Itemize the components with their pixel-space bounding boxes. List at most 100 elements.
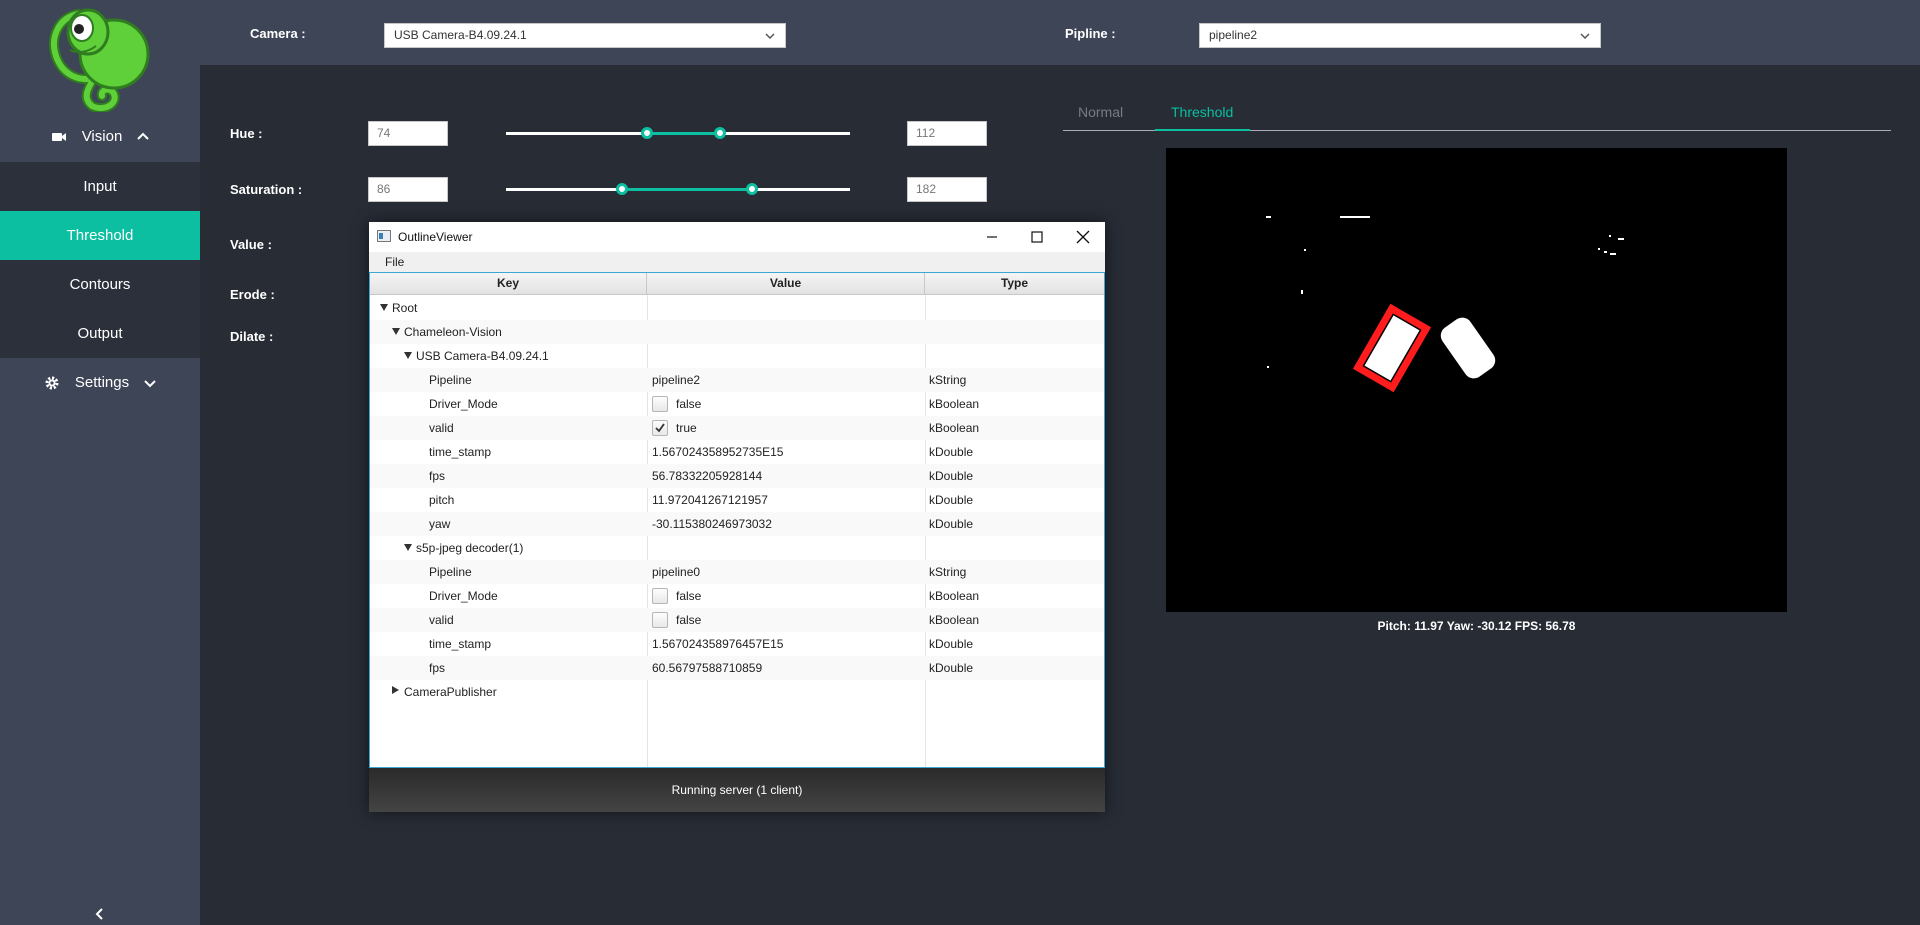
outline-viewer-window: OutlineViewer File Key Value Type Root Ch…: [369, 222, 1105, 812]
saturation-max-input[interactable]: 182: [907, 177, 987, 202]
row-key: Pipeline: [429, 373, 472, 387]
column-header-type[interactable]: Type: [925, 273, 1104, 295]
table-row[interactable]: Pipeline pipeline0 kString: [370, 560, 1104, 584]
sidebar-item-input[interactable]: Input: [0, 162, 200, 211]
saturation-label: Saturation :: [230, 182, 303, 197]
camera-icon: [50, 128, 68, 146]
table-row[interactable]: Pipeline pipeline2 kString: [370, 368, 1104, 392]
checkbox-unchecked[interactable]: [652, 396, 668, 412]
nav-vision-label: Vision: [81, 128, 123, 145]
table-row[interactable]: valid false kBoolean: [370, 608, 1104, 632]
window-titlebar[interactable]: OutlineViewer: [369, 222, 1105, 252]
nav-vision[interactable]: Vision: [0, 112, 200, 161]
row-value: false: [676, 589, 702, 603]
row-type: kDouble: [929, 445, 974, 459]
hue-max-handle[interactable]: [714, 127, 727, 139]
gear-icon: [43, 374, 61, 392]
menu-file[interactable]: File: [385, 255, 404, 269]
pitch-yaw-fps-status: Pitch: 11.97 Yaw: -30.12 FPS: 56.78: [1377, 619, 1576, 633]
nav-settings-label: Settings: [74, 374, 130, 391]
sidebar-item-threshold[interactable]: Threshold: [0, 211, 200, 260]
window-title: OutlineViewer: [398, 230, 473, 244]
maximize-icon[interactable]: [1028, 228, 1046, 246]
row-key: USB Camera-B4.09.24.1: [416, 349, 549, 363]
checkbox-unchecked[interactable]: [652, 588, 668, 604]
table-row[interactable]: fps 60.56797588710859 kDouble: [370, 656, 1104, 680]
tab-normal[interactable]: Normal: [1078, 104, 1123, 120]
row-type: kBoolean: [929, 421, 980, 435]
pipeline-select[interactable]: pipeline2: [1199, 23, 1601, 48]
table-row[interactable]: Root: [370, 296, 1104, 320]
table-row[interactable]: USB Camera-B4.09.24.1: [370, 344, 1104, 368]
erode-label: Erode :: [230, 287, 275, 302]
chevron-down-icon: [765, 33, 775, 40]
table-row[interactable]: s5p-jpeg decoder(1): [370, 536, 1104, 560]
row-key: Driver_Mode: [429, 589, 498, 603]
row-type: kDouble: [929, 469, 974, 483]
row-key: time_stamp: [429, 637, 492, 651]
column-header-key[interactable]: Key: [370, 273, 647, 295]
hue-min-handle[interactable]: [641, 127, 654, 139]
row-value: true: [676, 421, 697, 435]
row-key: valid: [429, 421, 454, 435]
table-row[interactable]: time_stamp 1.567024358952735E15 kDouble: [370, 440, 1104, 464]
row-type: kDouble: [929, 517, 974, 531]
row-value: -30.115380246973032: [652, 517, 772, 531]
camera-label: Camera :: [250, 26, 306, 41]
sidebar-item-label: Contours: [69, 276, 131, 293]
chevron-down-icon: [143, 376, 157, 390]
hue-min-input[interactable]: 74: [368, 121, 448, 146]
table-row[interactable]: yaw -30.115380246973032 kDouble: [370, 512, 1104, 536]
expand-triangle-down-icon[interactable]: [392, 328, 400, 335]
table-row[interactable]: time_stamp 1.567024358976457E15 kDouble: [370, 632, 1104, 656]
camera-select[interactable]: USB Camera-B4.09.24.1: [384, 23, 786, 48]
table-row[interactable]: pitch 11.972041267121957 kDouble: [370, 488, 1104, 512]
row-key: valid: [429, 613, 454, 627]
pipeline-select-value: pipeline2: [1209, 28, 1258, 42]
minimize-icon[interactable]: [983, 228, 1001, 246]
saturation-min-handle[interactable]: [616, 183, 629, 195]
row-key: CameraPublisher: [404, 685, 497, 699]
table-row[interactable]: Driver_Mode false kBoolean: [370, 584, 1104, 608]
sidebar-item-contours[interactable]: Contours: [0, 260, 200, 309]
expand-triangle-right-icon[interactable]: [392, 686, 399, 694]
table-row[interactable]: fps 56.78332205928144 kDouble: [370, 464, 1104, 488]
row-key: Pipeline: [429, 565, 472, 579]
collapse-sidebar-icon[interactable]: [92, 906, 108, 922]
row-key: fps: [429, 469, 446, 483]
table-row[interactable]: Driver_Mode false kBoolean: [370, 392, 1104, 416]
camera-select-value: USB Camera-B4.09.24.1: [394, 28, 527, 42]
nav-settings[interactable]: Settings: [0, 358, 200, 407]
sidebar-item-output[interactable]: Output: [0, 309, 200, 358]
network-table-tree: Key Value Type Root Chameleon-Vision USB C…: [369, 272, 1105, 768]
saturation-max-handle[interactable]: [745, 183, 758, 195]
table-row[interactable]: Chameleon-Vision: [370, 320, 1104, 344]
column-header-value[interactable]: Value: [647, 273, 925, 295]
table-header: Key Value Type: [370, 273, 1104, 295]
row-type: kBoolean: [929, 397, 980, 411]
sidebar-item-label: Output: [77, 325, 123, 342]
row-key: time_stamp: [429, 445, 492, 459]
saturation-min-input[interactable]: 86: [368, 177, 448, 202]
expand-triangle-down-icon[interactable]: [404, 544, 412, 551]
sidebar-item-label: Input: [83, 178, 117, 195]
table-row[interactable]: valid true kBoolean: [370, 416, 1104, 440]
checkbox-checked[interactable]: [652, 420, 668, 436]
chameleon-logo-icon: [49, 8, 150, 112]
top-bar: Camera : USB Camera-B4.09.24.1 Pipline :…: [200, 0, 1920, 65]
tab-threshold[interactable]: Threshold: [1171, 104, 1233, 120]
expand-triangle-down-icon[interactable]: [380, 304, 388, 311]
row-type: kBoolean: [929, 613, 980, 627]
row-key: pitch: [429, 493, 455, 507]
hue-max-input[interactable]: 112: [907, 121, 987, 146]
expand-triangle-down-icon[interactable]: [404, 352, 412, 359]
row-value: false: [676, 613, 702, 627]
sidebar: Vision Input Threshold Contours Output S…: [0, 0, 200, 925]
tab-active-indicator: [1155, 129, 1250, 131]
hue-slider-range: [647, 132, 721, 135]
close-icon[interactable]: [1074, 228, 1092, 246]
row-value: 56.78332205928144: [652, 469, 763, 483]
checkbox-unchecked[interactable]: [652, 612, 668, 628]
row-type: kBoolean: [929, 589, 980, 603]
table-row[interactable]: CameraPublisher: [370, 680, 1104, 704]
